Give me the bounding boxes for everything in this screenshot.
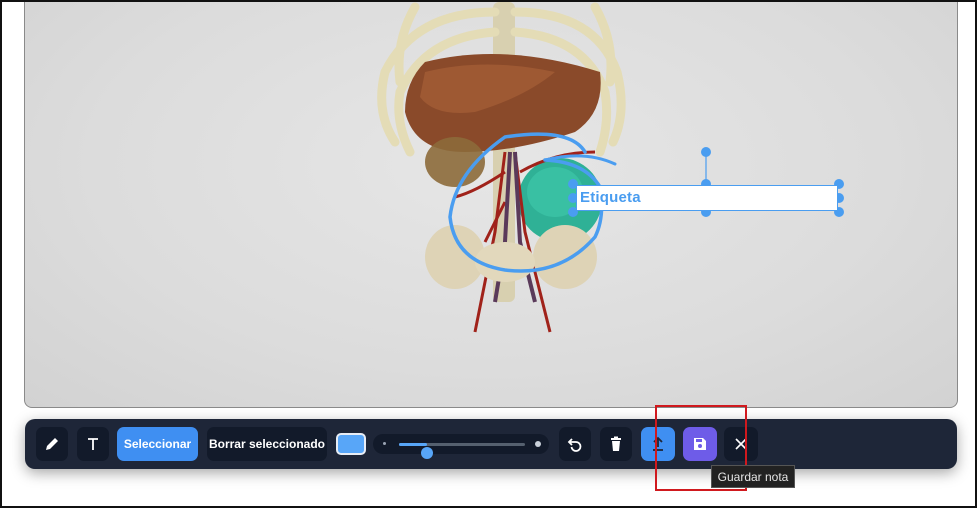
undo-button[interactable] xyxy=(559,427,591,461)
save-tooltip: Guardar nota xyxy=(711,465,795,488)
slider-fill xyxy=(399,443,427,446)
delete-selected-button[interactable]: Borrar seleccionado xyxy=(207,427,327,461)
trash-icon xyxy=(611,436,621,451)
slider-thumb[interactable] xyxy=(420,447,433,459)
pen-tool-button[interactable] xyxy=(36,427,68,461)
large-size-dot xyxy=(535,441,541,447)
small-size-dot xyxy=(383,442,386,445)
text-tool-icon xyxy=(88,438,98,450)
color-swatch[interactable] xyxy=(336,433,366,455)
delete-button[interactable] xyxy=(600,427,632,461)
undo-icon xyxy=(567,438,582,452)
text-tool-button[interactable] xyxy=(77,427,109,461)
select-button[interactable]: Seleccionar xyxy=(117,427,198,461)
pencil-icon xyxy=(46,438,58,450)
text-label-box[interactable]: Etiqueta xyxy=(576,185,838,211)
anatomy-viewport[interactable]: Etiqueta xyxy=(24,2,958,408)
slider-track xyxy=(399,443,525,459)
label-text[interactable]: Etiqueta xyxy=(580,189,641,206)
app-frame: Etiqueta Seleccionar Borrar seleccionado xyxy=(0,0,977,508)
annotation-toolbar: Seleccionar Borrar seleccionado xyxy=(25,419,957,469)
brush-size-slider[interactable] xyxy=(373,434,549,459)
